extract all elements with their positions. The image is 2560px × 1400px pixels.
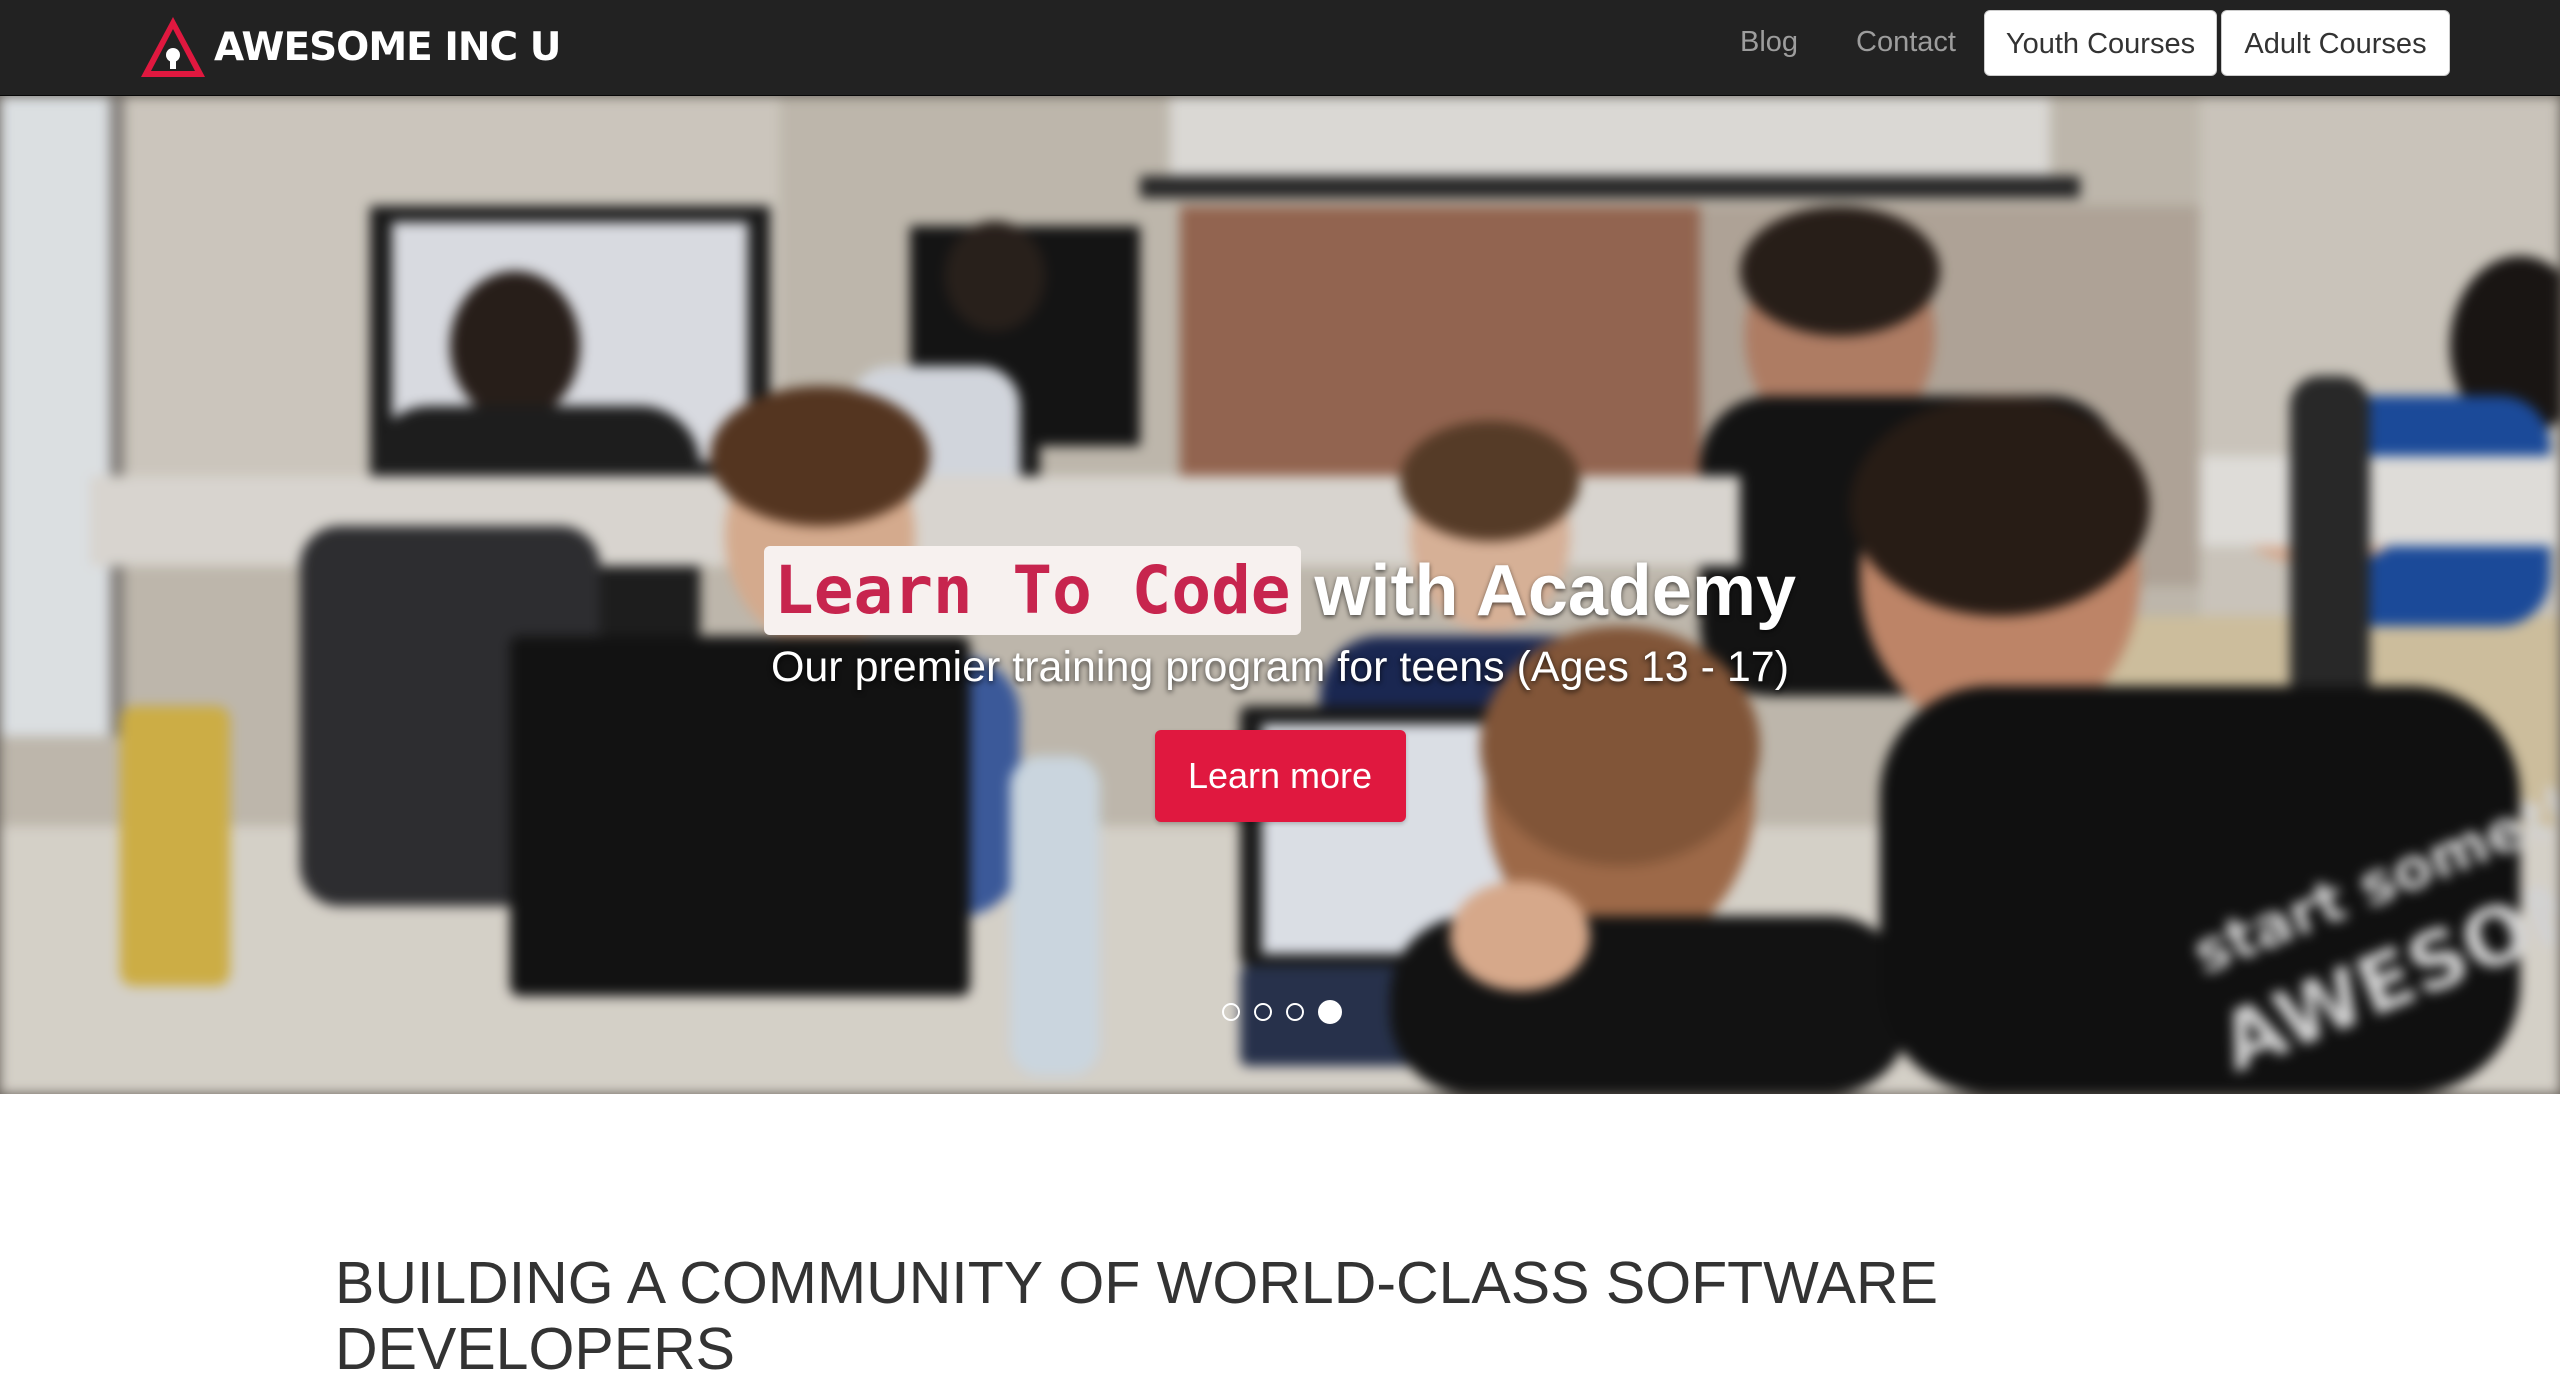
hero-subheadline: Our premier training program for teens (…	[770, 643, 1790, 691]
section-heading: BUILDING A COMMUNITY OF WORLD-CLASS SOFT…	[335, 1250, 1938, 1382]
hero-carousel: start something AWESOME Learn To Code wit…	[0, 96, 2560, 1094]
top-navbar: AWESOME INC U Blog Contact Youth Courses…	[0, 0, 2560, 96]
headline-text: with Academy	[1314, 550, 1797, 631]
learn-more-button[interactable]: Learn more	[1154, 730, 1406, 822]
carousel-indicator-3[interactable]	[1286, 1003, 1304, 1021]
carousel-indicator-1[interactable]	[1222, 1003, 1240, 1021]
brand-logo-link[interactable]: AWESOME INC U	[140, 14, 561, 80]
nav-link-contact[interactable]: Contact	[1856, 26, 1956, 59]
carousel-indicator-2[interactable]	[1254, 1003, 1272, 1021]
hero-headline: Learn To Code with Academy	[763, 546, 1797, 635]
adult-courses-button[interactable]: Adult Courses	[2221, 10, 2450, 76]
logo-icon	[141, 17, 205, 77]
brand-name: AWESOME INC U	[214, 24, 561, 70]
headline-code-highlight: Learn To Code	[763, 546, 1301, 635]
youth-courses-button[interactable]: Youth Courses	[1984, 10, 2217, 76]
carousel-indicator-4-active[interactable]	[1318, 1000, 1342, 1024]
carousel-caption: Learn To Code with Academy Our premier tr…	[0, 546, 2560, 822]
carousel-indicators	[1222, 1000, 1342, 1024]
nav-link-blog[interactable]: Blog	[1740, 26, 1798, 59]
